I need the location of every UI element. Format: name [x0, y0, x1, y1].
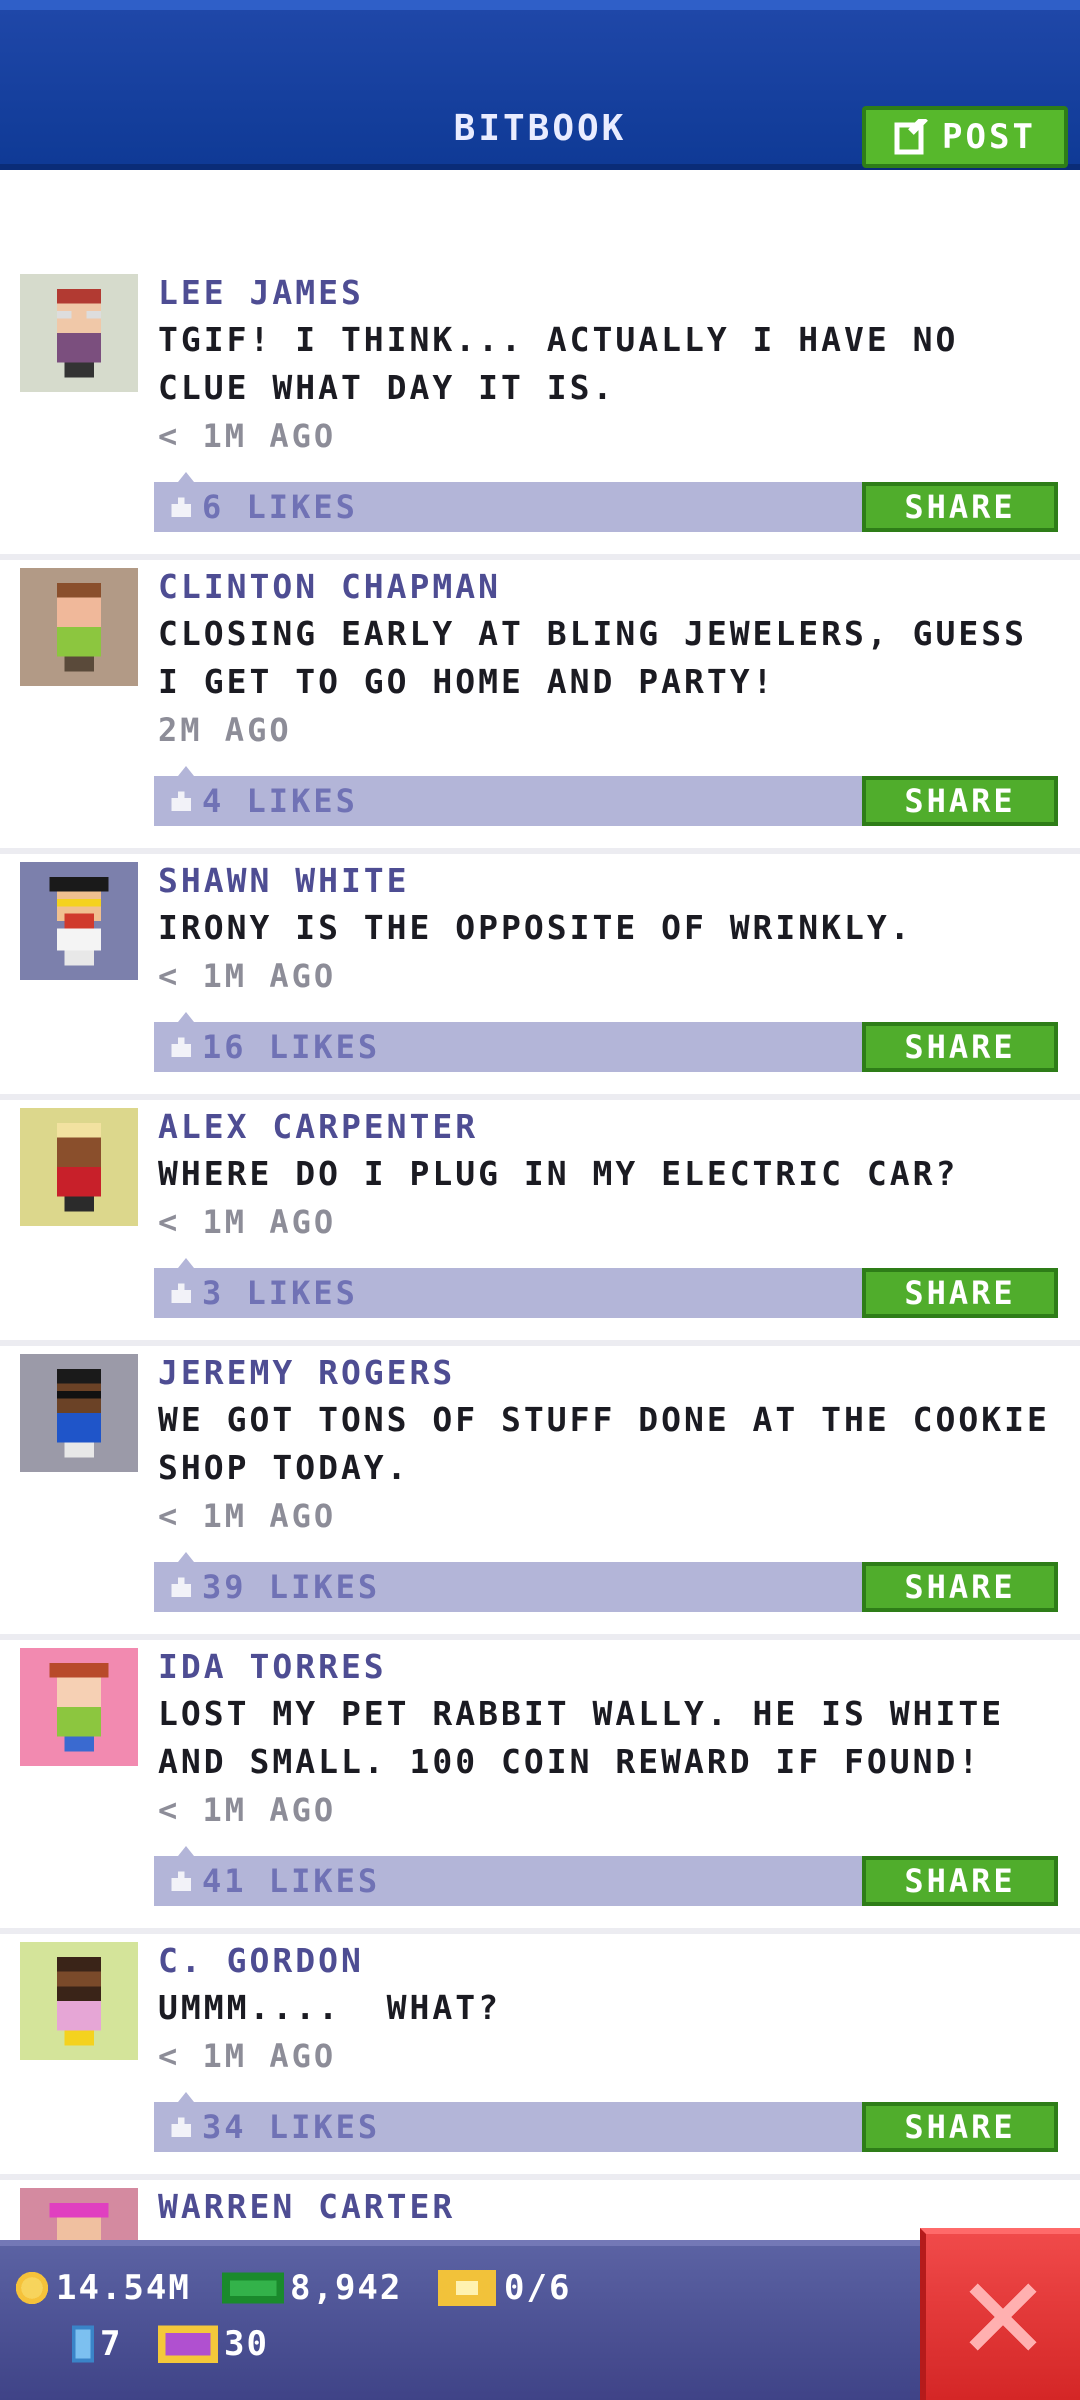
bux-icon	[222, 2272, 284, 2304]
avatar[interactable]	[20, 862, 138, 980]
avatar[interactable]	[20, 1942, 138, 2060]
post-time: < 1M AGO	[158, 2037, 337, 2075]
post-button[interactable]: POST	[862, 106, 1068, 168]
likes-bar: 41 LIKES SHARE	[154, 1846, 1058, 1906]
post-text: CLOSING EARLY AT BLING JEWELERS, GUESS I…	[158, 614, 1027, 701]
share-button[interactable]: SHARE	[862, 1856, 1058, 1906]
likes-count[interactable]: 16 LIKES	[168, 1022, 380, 1072]
status-bar: 14.54M 8,942 0/6 7 30	[0, 2240, 1080, 2400]
tickets-stat: 0/6	[436, 2268, 571, 2308]
post-author[interactable]: WARREN CARTER	[158, 2184, 1080, 2230]
feed-post: JEREMY ROGERS WE GOT TONS OF STUFF DONE …	[0, 1346, 1080, 1640]
thumb-icon	[171, 1577, 191, 1597]
vip-icon	[158, 2325, 218, 2363]
elevator-stat: 7	[72, 2324, 122, 2364]
avatar[interactable]	[20, 1648, 138, 1766]
coin-icon	[15, 2271, 49, 2305]
thumb-icon	[171, 1037, 191, 1057]
share-button[interactable]: SHARE	[862, 482, 1058, 532]
likes-count[interactable]: 34 LIKES	[168, 2102, 380, 2152]
post-text: TGIF! I THINK... ACTUALLY I HAVE NO CLUE…	[158, 320, 959, 407]
likes-count[interactable]: 41 LIKES	[168, 1856, 380, 1906]
post-time: < 1M AGO	[158, 417, 337, 455]
post-author[interactable]: IDA TORRES	[158, 1644, 1080, 1690]
post-text: WHERE DO I PLUG IN MY ELECTRIC CAR?	[158, 1154, 959, 1193]
post-time: < 1M AGO	[158, 1791, 337, 1829]
post-time: < 1M AGO	[158, 1497, 337, 1535]
elevator-icon	[72, 2325, 94, 2363]
post-author[interactable]: CLINTON CHAPMAN	[158, 564, 1080, 610]
likes-bar: 3 LIKES SHARE	[154, 1258, 1058, 1318]
avatar[interactable]	[20, 1354, 138, 1472]
feed-list[interactable]: LEE JAMES TGIF! I THINK... ACTUALLY I HA…	[0, 266, 1080, 2306]
post-button-label: POST	[942, 117, 1036, 157]
likes-count[interactable]: 4 LIKES	[168, 776, 358, 826]
thumb-icon	[171, 1871, 191, 1891]
coins-stat: 14.54M	[14, 2268, 191, 2308]
post-text: WE GOT TONS OF STUFF DONE AT THE COOKIE …	[158, 1400, 1050, 1487]
vip-stat: 30	[158, 2324, 269, 2364]
close-icon	[969, 2283, 1037, 2351]
post-author[interactable]: JEREMY ROGERS	[158, 1350, 1080, 1396]
likes-count[interactable]: 6 LIKES	[168, 482, 358, 532]
thumb-icon	[171, 2117, 191, 2137]
post-edit-icon	[894, 119, 928, 155]
post-author[interactable]: C. GORDON	[158, 1938, 1080, 1984]
post-text: UMMM.... WHAT?	[158, 1988, 502, 2027]
post-time: 2M AGO	[158, 711, 292, 749]
post-author[interactable]: ALEX CARPENTER	[158, 1104, 1080, 1150]
post-time: < 1M AGO	[158, 957, 337, 995]
avatar[interactable]	[20, 274, 138, 392]
likes-bar: 34 LIKES SHARE	[154, 2092, 1058, 2152]
share-button[interactable]: SHARE	[862, 1268, 1058, 1318]
likes-bar: 16 LIKES SHARE	[154, 1012, 1058, 1072]
share-button[interactable]: SHARE	[862, 776, 1058, 826]
share-button[interactable]: SHARE	[862, 1562, 1058, 1612]
likes-bar: 39 LIKES SHARE	[154, 1552, 1058, 1612]
post-text: IRONY IS THE OPPOSITE OF WRINKLY.	[158, 908, 913, 947]
avatar[interactable]	[20, 1108, 138, 1226]
feed-post: ALEX CARPENTER WHERE DO I PLUG IN MY ELE…	[0, 1100, 1080, 1346]
post-text: LOST MY PET RABBIT WALLY. HE IS WHITE AN…	[158, 1694, 1005, 1781]
likes-count[interactable]: 39 LIKES	[168, 1562, 380, 1612]
feed-post: SHAWN WHITE IRONY IS THE OPPOSITE OF WRI…	[0, 854, 1080, 1100]
avatar[interactable]	[20, 568, 138, 686]
bux-stat: 8,942	[222, 2268, 402, 2308]
feed-post: LEE JAMES TGIF! I THINK... ACTUALLY I HA…	[0, 266, 1080, 560]
close-button[interactable]	[920, 2228, 1080, 2400]
likes-count[interactable]: 3 LIKES	[168, 1268, 358, 1318]
thumb-icon	[171, 1283, 191, 1303]
post-author[interactable]: SHAWN WHITE	[158, 858, 1080, 904]
likes-bar: 6 LIKES SHARE	[154, 472, 1058, 532]
thumb-icon	[171, 791, 191, 811]
feed-post: IDA TORRES LOST MY PET RABBIT WALLY. HE …	[0, 1640, 1080, 1934]
ticket-icon	[438, 2270, 496, 2306]
feed-post: C. GORDON UMMM.... WHAT? < 1M AGO 34 LIK…	[0, 1934, 1080, 2180]
post-author[interactable]: LEE JAMES	[158, 270, 1080, 316]
app-header: BITBOOK POST	[0, 0, 1080, 170]
thumb-icon	[171, 497, 191, 517]
share-button[interactable]: SHARE	[862, 2102, 1058, 2152]
feed-post: CLINTON CHAPMAN CLOSING EARLY AT BLING J…	[0, 560, 1080, 854]
post-time: < 1M AGO	[158, 1203, 337, 1241]
share-button[interactable]: SHARE	[862, 1022, 1058, 1072]
likes-bar: 4 LIKES SHARE	[154, 766, 1058, 826]
